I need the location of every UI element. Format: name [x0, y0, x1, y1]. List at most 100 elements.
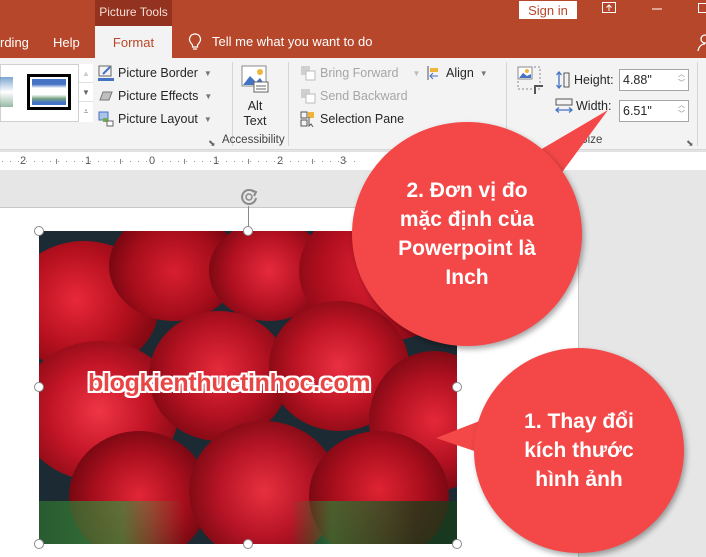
height-input[interactable]: 4.88" ︿ ﹀ — [619, 69, 689, 91]
ruler-dot — [82, 161, 83, 162]
ruler-tick — [56, 159, 57, 164]
alt-text-icon — [241, 65, 269, 93]
resize-handle-top-left[interactable] — [34, 226, 44, 236]
ruler-dot — [122, 161, 123, 162]
ruler-dot — [34, 161, 35, 162]
ruler-dot — [322, 161, 323, 162]
resize-handle-top[interactable] — [243, 226, 253, 236]
gallery-scroll[interactable]: ▲ ▼ ⩡ — [78, 64, 93, 122]
crop-button[interactable] — [517, 66, 545, 94]
ruler-dot — [98, 161, 99, 162]
ruler-dot — [314, 161, 315, 162]
ruler-dot — [106, 161, 107, 162]
resize-handle-left[interactable] — [34, 382, 44, 392]
ruler-dot — [66, 161, 67, 162]
alt-text-button[interactable]: Alt Text — [238, 64, 272, 128]
ruler-dot — [58, 161, 59, 162]
gallery-scroll-down[interactable]: ▼ — [79, 83, 93, 102]
ribbon-display-icon — [602, 2, 616, 13]
ruler-dot — [18, 161, 19, 162]
ruler-tick — [248, 159, 249, 164]
ruler-dot — [178, 161, 179, 162]
ruler-dot — [306, 161, 307, 162]
ruler-dot — [146, 161, 147, 162]
width-input[interactable]: 6.51" ︿ ﹀ — [619, 100, 689, 122]
ruler-dot — [218, 161, 219, 162]
style-thumbnail-2[interactable] — [27, 74, 71, 110]
ruler-dot — [114, 161, 115, 162]
send-backward-button[interactable]: Send Backward — [300, 86, 408, 106]
ruler-dot — [50, 161, 51, 162]
accessibility-group-label: Accessibility — [222, 134, 285, 146]
height-label: Height: — [574, 73, 614, 87]
ruler-dot — [2, 161, 3, 162]
picture-border-button[interactable]: Picture Border ▼ — [98, 63, 212, 83]
gallery-more[interactable]: ⩡ — [79, 102, 93, 121]
height-field-group: Height: — [555, 71, 614, 89]
tab-help[interactable]: Help — [53, 26, 83, 58]
minimize-button[interactable] — [646, 0, 668, 20]
resize-handle-right[interactable] — [452, 382, 462, 392]
chevron-down-icon: ▼ — [203, 68, 212, 78]
ruler-tick — [312, 159, 313, 164]
ruler-dot — [26, 161, 27, 162]
ruler-dot — [330, 161, 331, 162]
resize-handle-bottom[interactable] — [243, 539, 253, 549]
share-person-button[interactable] — [697, 34, 706, 57]
tell-me-placeholder: Tell me what you want to do — [212, 34, 373, 49]
tab-format[interactable]: Format — [95, 26, 172, 58]
ruler-dot — [210, 161, 211, 162]
rotate-icon — [241, 189, 258, 205]
ruler-dot — [346, 161, 347, 162]
ruler-dot — [250, 161, 251, 162]
picture-effects-icon — [99, 91, 113, 101]
callout-resize-image: 1. Thay đổi kích thước hình ảnh — [474, 348, 684, 553]
chevron-down-icon: ▼ — [412, 68, 421, 78]
chevron-down-icon: ▼ — [203, 114, 212, 124]
selection-pane-button[interactable]: Selection Pane — [300, 109, 404, 129]
maximize-button[interactable] — [697, 0, 706, 20]
maximize-icon — [698, 3, 706, 13]
ruler-tick — [120, 159, 121, 164]
tab-recording[interactable]: rding — [0, 26, 30, 58]
resize-handle-bottom-right[interactable] — [452, 539, 462, 549]
picture-effects-button[interactable]: Picture Effects ▼ — [98, 86, 212, 106]
sign-in-button[interactable]: Sign in — [519, 1, 577, 19]
bring-forward-button[interactable]: Bring Forward ▼ — [300, 63, 420, 83]
person-icon — [697, 34, 706, 52]
align-button[interactable]: Align ▼ — [426, 63, 488, 83]
picture-tools-context-label: Picture Tools — [95, 0, 172, 28]
crop-icon — [517, 66, 543, 94]
selection-pane-icon — [300, 111, 314, 127]
size-launcher-icon[interactable]: ⬊ — [686, 138, 694, 149]
group-separator — [697, 62, 698, 146]
ruler-dot — [170, 161, 171, 162]
lightbulb-icon — [188, 33, 202, 50]
tell-me-search[interactable]: Tell me what you want to do — [188, 26, 372, 58]
width-spinner[interactable]: ︿ ﹀ — [678, 101, 685, 119]
style-thumbnail-1[interactable] — [0, 77, 13, 107]
ruler-dot — [154, 161, 155, 162]
ruler-dot — [90, 161, 91, 162]
resize-handle-bottom-left[interactable] — [34, 539, 44, 549]
ruler-dot — [194, 161, 195, 162]
ruler-dot — [354, 161, 355, 162]
ruler-dot — [10, 161, 11, 162]
ruler-dot — [234, 161, 235, 162]
picture-layout-button[interactable]: Picture Layout ▼ — [98, 109, 212, 129]
gallery-scroll-up[interactable]: ▲ — [79, 64, 93, 83]
ribbon-display-options-button[interactable] — [598, 0, 620, 20]
format-picture-launcher-icon[interactable]: ⬊ — [208, 138, 216, 149]
send-backward-icon — [301, 89, 316, 104]
ruler-dot — [282, 161, 283, 162]
picture-layout-icon — [98, 111, 114, 127]
ruler-dot — [74, 161, 75, 162]
height-spinner[interactable]: ︿ ﹀ — [678, 70, 685, 88]
picture-border-icon — [98, 65, 114, 81]
bring-forward-icon — [301, 66, 316, 81]
rotate-handle[interactable] — [238, 186, 260, 213]
callout-unit-inch: 2. Đơn vị đo mặc định của Powerpoint là … — [352, 122, 582, 346]
ruler-dot — [130, 161, 131, 162]
ruler-dot — [202, 161, 203, 162]
minimize-icon — [652, 8, 662, 10]
